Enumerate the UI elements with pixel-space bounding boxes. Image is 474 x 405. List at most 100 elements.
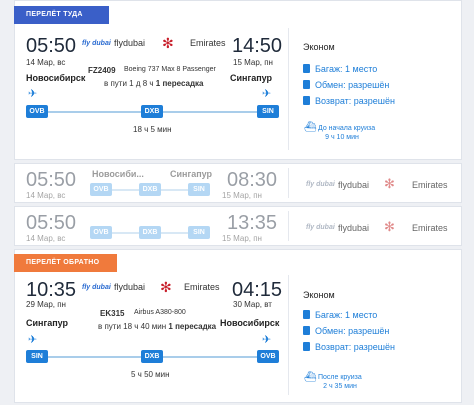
inbound-arrival-time: 04:15	[232, 279, 283, 301]
outbound-arrival-time: 14:50	[232, 35, 283, 57]
alt2-arrival-time: 13:35	[227, 212, 278, 234]
alt2-to-code: SIN	[188, 226, 210, 239]
inbound-refund-icon	[303, 342, 310, 351]
inbound-cruise-ship-icon: ⛴	[304, 372, 317, 383]
outbound-exchange-label: Обмен: разрешён	[315, 80, 390, 90]
outbound-from-code: OVB	[26, 105, 48, 118]
alt2-airline-emirates: Emirates	[412, 223, 448, 233]
outbound-badge: ПЕРЕЛЁТ ТУДА	[14, 6, 109, 24]
outbound-exchange[interactable]: Обмен: разрешён	[303, 80, 389, 90]
outbound-baggage-label: Багаж: 1 место	[315, 64, 378, 74]
alt2-divider	[288, 211, 289, 241]
inbound-aircraft: Airbus A380-800	[134, 309, 186, 316]
outbound-departure-date: 14 Мар, вс	[26, 58, 66, 67]
inbound-refund[interactable]: Возврат: разрешён	[303, 342, 395, 352]
outbound-baggage[interactable]: Багаж: 1 место	[303, 64, 377, 74]
alt2-departure-date: 14 Мар, вс	[26, 234, 66, 243]
inbound-airline-emirates: Emirates	[184, 282, 220, 292]
inbound-duration: в пути 18 ч 40 мин 1 пересадка	[98, 322, 216, 331]
outbound-cruise-label: До начала круиза	[318, 125, 376, 132]
cruise-ship-icon: ⛴	[304, 122, 317, 133]
inbound-to-city: Новосибирск	[220, 318, 280, 328]
outbound-stops: 1 пересадка	[155, 79, 204, 88]
alt1-from-city: Новосиби...	[92, 169, 144, 179]
inbound-exchange-icon	[303, 326, 310, 335]
alt1-arrival-time: 08:30	[227, 169, 278, 191]
inbound-departure-date: 29 Мар, пн	[26, 300, 66, 309]
arrival-plane-icon: ✈	[262, 88, 272, 100]
outbound-aircraft: Boeing 737 Max 8 Passenger	[124, 66, 216, 73]
outbound-layover: 18 ч 5 мин	[133, 125, 172, 134]
inbound-baggage[interactable]: Багаж: 1 место	[303, 310, 377, 320]
alt1-airline-flydubai: flydubai	[338, 180, 370, 190]
outbound-from-city: Новосибирск	[26, 73, 86, 83]
outbound-flight-number: FZ2409	[88, 66, 116, 75]
alt1-flydubai-logo-icon: fly dubai	[306, 181, 335, 188]
alt1-left: 05:50 14 Мар, вс Новосиби... Сингапур OV…	[0, 163, 290, 203]
inbound-airline-flydubai: flydubai	[114, 282, 146, 292]
alt1-from-code: OVB	[90, 183, 112, 196]
alt1-divider	[288, 168, 289, 198]
outbound-via-code: DXB	[141, 105, 163, 118]
alt2-from-code: OVB	[90, 226, 112, 239]
inbound-emirates-logo-icon: ✻	[160, 279, 172, 295]
inbound-duration-text: в пути 18 ч 40 мин	[98, 322, 167, 331]
outbound-airline-emirates: Emirates	[190, 38, 226, 48]
outbound-divider	[288, 28, 289, 150]
inbound-class: Эконом	[303, 290, 335, 300]
outbound-class: Эконом	[303, 42, 335, 52]
alt1-departure-time: 05:50	[26, 169, 77, 191]
departure-plane-icon: ✈	[28, 88, 38, 100]
outbound-departure-time: 05:50	[26, 35, 77, 57]
inbound-departure-time: 10:35	[26, 279, 77, 301]
outbound-to-code: SIN	[257, 105, 279, 118]
alt2-departure-time: 05:50	[26, 212, 77, 234]
alt2-via-code: DXB	[139, 226, 161, 239]
inbound-badge: ПЕРЕЛЁТ ОБРАТНО	[14, 254, 117, 272]
outbound-to-city: Сингапур	[230, 73, 273, 83]
inbound-arrival-plane-icon: ✈	[262, 334, 272, 346]
alt2-arrival-date: 15 Мар, пн	[222, 234, 262, 243]
inbound-baggage-label: Багаж: 1 место	[315, 310, 378, 320]
inbound-flydubai-logo-icon: fly dubai	[82, 284, 111, 291]
alt1-emirates-logo-icon: ✻	[384, 176, 395, 191]
inbound-cruise-label: После круиза	[318, 374, 362, 381]
inbound-stops: 1 пересадка	[168, 322, 217, 331]
inbound-flight-number: EK315	[100, 309, 125, 318]
emirates-logo-icon: ✻	[162, 35, 174, 51]
outbound-arrival-date: 15 Мар, пн	[233, 58, 273, 67]
alt1-to-code: SIN	[188, 183, 210, 196]
refund-icon	[303, 96, 310, 105]
inbound-cruise-time: 2 ч 35 мин	[323, 383, 357, 390]
inbound-from-code: SIN	[26, 350, 48, 363]
inbound-exchange[interactable]: Обмен: разрешён	[303, 326, 389, 336]
alt1-to-city: Сингапур	[170, 169, 213, 179]
alt2-emirates-logo-icon: ✻	[384, 219, 395, 234]
alt2-airline-flydubai: flydubai	[338, 223, 370, 233]
flydubai-logo: fly dubai	[82, 40, 111, 47]
alt1-arrival-date: 15 Мар, пн	[222, 191, 262, 200]
inbound-departure-plane-icon: ✈	[28, 334, 38, 346]
alt2-flydubai-logo-icon: fly dubai	[306, 224, 335, 231]
inbound-refund-label: Возврат: разрешён	[315, 342, 395, 352]
outbound-cruise-time: 9 ч 10 мин	[325, 134, 359, 141]
inbound-from-city: Сингапур	[26, 318, 69, 328]
inbound-exchange-label: Обмен: разрешён	[315, 326, 390, 336]
alt2-left: 05:50 14 Мар, вс OVB DXB SIN 13:35 15 Ма…	[0, 206, 290, 246]
outbound-duration: в пути 1 д 8 ч 1 пересадка	[104, 79, 204, 88]
alt1-via-code: DXB	[139, 183, 161, 196]
inbound-baggage-icon	[303, 310, 310, 319]
outbound-refund[interactable]: Возврат: разрешён	[303, 96, 395, 106]
alt1-airline-emirates: Emirates	[412, 180, 448, 190]
inbound-to-code: OVB	[257, 350, 279, 363]
outbound-refund-label: Возврат: разрешён	[315, 96, 395, 106]
alt1-departure-date: 14 Мар, вс	[26, 191, 66, 200]
outbound-airline-flydubai: flydubai	[114, 38, 146, 48]
inbound-layover: 5 ч 50 мин	[131, 370, 170, 379]
baggage-icon	[303, 64, 310, 73]
outbound-duration-text: в пути 1 д 8 ч	[104, 79, 154, 88]
inbound-via-code: DXB	[141, 350, 163, 363]
inbound-arrival-date: 30 Мар, вт	[233, 300, 272, 309]
inbound-divider	[288, 275, 289, 395]
exchange-icon	[303, 80, 310, 89]
